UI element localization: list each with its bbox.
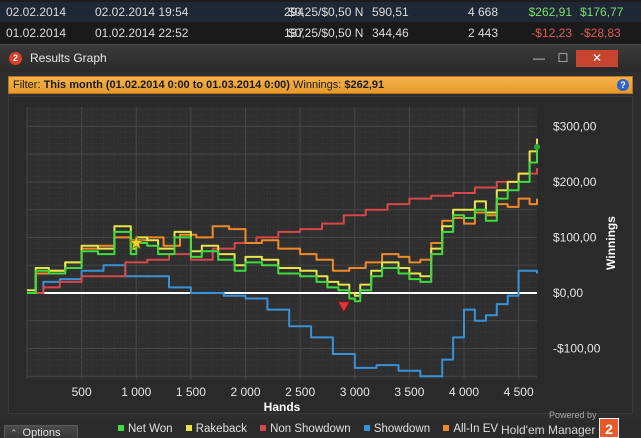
- legend-swatch: [443, 425, 450, 431]
- session-stakes: $0,25/$0,50 N: [288, 5, 364, 19]
- x-axis-label: Hands: [264, 400, 301, 414]
- session-time: 02.02.2014 19:54: [95, 5, 189, 19]
- filter-bar: Filter: This month (01.02.2014 0:00 to 0…: [8, 76, 633, 94]
- session-date: 01.02.2014: [6, 26, 67, 40]
- y-axis-label: Winnings: [604, 216, 618, 270]
- y-tick-label: $0,00: [553, 286, 583, 300]
- chevron-up-icon: ⌃: [10, 428, 18, 438]
- session-won: $262,91: [528, 5, 572, 19]
- net-won-end-marker: [534, 143, 540, 150]
- legend-label: Rakeback: [195, 423, 247, 435]
- x-tick-label: 500: [72, 385, 92, 399]
- chart-svg: 500 1 000 1 500 2 000 2 500 3 000 3 500 4 000 4 …: [26, 107, 618, 414]
- legend-label: Showdown: [373, 423, 431, 435]
- legend-item-rakeback[interactable]: Rakeback: [185, 423, 247, 435]
- x-tick-label: 2 000: [230, 385, 260, 399]
- x-tick-label: 3 500: [394, 385, 424, 399]
- session-time: 01.02.2014 22:52: [95, 26, 189, 40]
- chart-legend: Net Won Rakeback Non Showdown Showdown A…: [118, 423, 508, 435]
- session-count: 2 443: [467, 26, 498, 40]
- results-graph-window: 2 Results Graph — ☐ ✕ Filter: This month…: [0, 44, 641, 438]
- app-logo-icon: 2: [9, 52, 22, 65]
- minimize-button[interactable]: —: [528, 50, 550, 67]
- legend-label: Non Showdown: [270, 423, 351, 435]
- title-bar[interactable]: 2 Results Graph — ☐ ✕: [0, 45, 641, 72]
- x-tick-label: 2 500: [285, 385, 315, 399]
- legend-label: All-In EV: [453, 423, 499, 435]
- window-title: Results Graph: [30, 51, 107, 65]
- help-icon[interactable]: ?: [617, 79, 629, 91]
- y-tick-label: $200,00: [553, 175, 597, 189]
- session-count: 4 668: [467, 5, 498, 19]
- bottom-bar: ⌃ Options Net Won Rakeback Non Showdown S…: [0, 410, 641, 438]
- close-button[interactable]: ✕: [576, 50, 618, 67]
- sessions-table: 02.02.2014 02.02.2014 19:54 294 $0,25/$0…: [0, 0, 641, 44]
- session-value: 590,51: [372, 5, 409, 19]
- legend-item-net-won[interactable]: Net Won: [118, 423, 173, 435]
- brand-name: Hold'em Manager: [501, 423, 596, 437]
- options-button[interactable]: ⌃ Options: [4, 425, 78, 438]
- legend-item-non-showdown[interactable]: Non Showdown: [260, 423, 351, 435]
- session-value: 344,46: [372, 26, 409, 40]
- app-root: 02.02.2014 02.02.2014 19:54 294 $0,25/$0…: [0, 0, 641, 438]
- y-tick-label: -$100,00: [553, 341, 601, 355]
- y-tick-label: $100,00: [553, 230, 597, 244]
- legend-swatch: [118, 425, 124, 431]
- legend-item-all-in-ev[interactable]: All-In EV: [443, 423, 498, 435]
- options-label: Options: [22, 427, 61, 438]
- legend-label: Net Won: [128, 423, 173, 435]
- session-won-2: -$28,83: [580, 26, 621, 40]
- legend-swatch: [260, 425, 267, 431]
- x-tick-label: 1 000: [121, 385, 151, 399]
- x-tick-label: 4 000: [449, 385, 479, 399]
- session-stakes: $0,25/$0,50 N: [288, 26, 364, 40]
- x-tick-label: 1 500: [176, 385, 206, 399]
- legend-swatch: [185, 425, 192, 431]
- filter-prefix: Filter:: [13, 79, 44, 91]
- winnings-label: Winnings:: [289, 79, 345, 91]
- session-date: 02.02.2014: [6, 5, 67, 19]
- brand-logo-icon: 2: [599, 418, 619, 438]
- x-tick-label: 3 000: [340, 385, 370, 399]
- session-won-2: $176,77: [580, 5, 624, 19]
- winnings-value: $262,91: [344, 79, 385, 91]
- table-row[interactable]: 02.02.2014 02.02.2014 19:54 294 $0,25/$0…: [0, 2, 641, 22]
- y-tick-label: $300,00: [553, 119, 597, 133]
- legend-item-showdown[interactable]: Showdown: [363, 423, 431, 435]
- maximize-button[interactable]: ☐: [552, 50, 574, 67]
- results-chart: 500 1 000 1 500 2 000 2 500 3 000 3 500 4 000 4 …: [8, 96, 633, 414]
- powered-by-label: Powered by: [549, 410, 597, 420]
- session-won: -$12,23: [531, 26, 572, 40]
- table-row[interactable]: 01.02.2014 01.02.2014 22:52 137 $0,25/$0…: [0, 23, 641, 43]
- x-tick-label: 4 500: [504, 385, 534, 399]
- filter-range: This month (01.02.2014 0:00 to 01.03.201…: [43, 79, 290, 91]
- legend-swatch: [363, 425, 370, 431]
